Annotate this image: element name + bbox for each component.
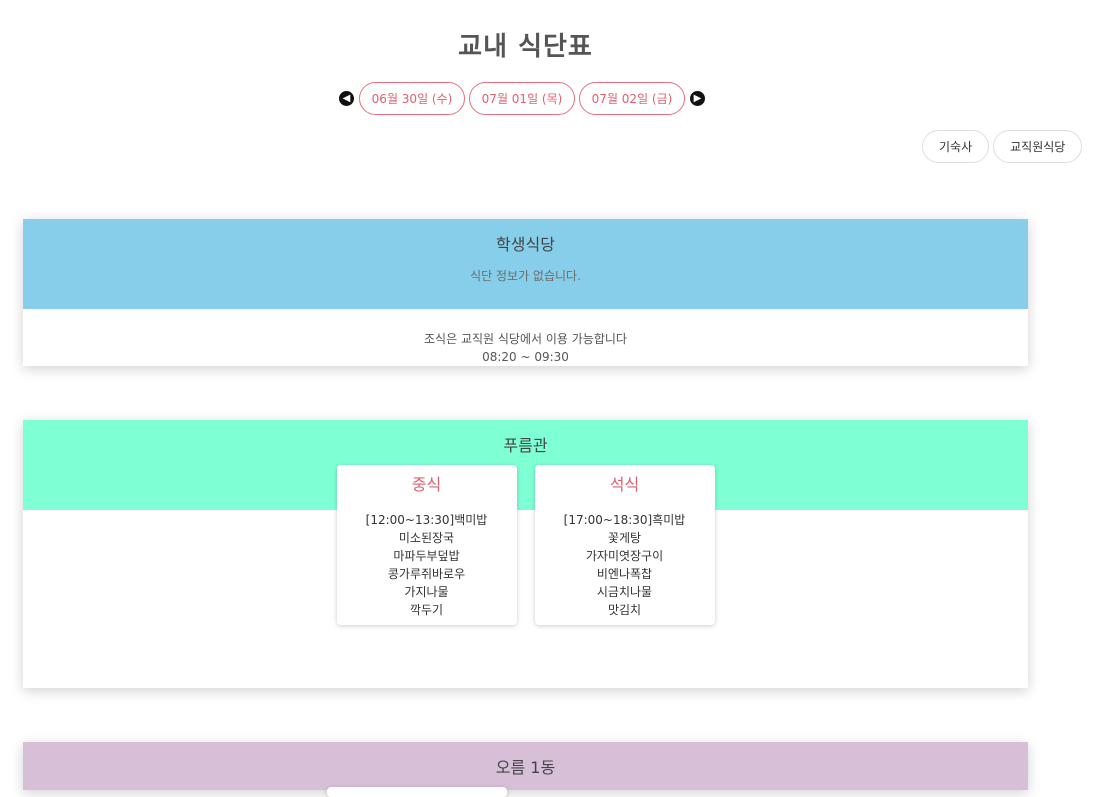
date-button-2[interactable]: 07월 02일 (금) xyxy=(579,82,685,115)
meal-card-lunch: 중식 [12:00~13:30]백미밥 미소된장국 마파두부덮밥 콩가루쥐바로우… xyxy=(336,465,517,625)
arrow-right-circle-icon[interactable]: ▶ xyxy=(690,91,705,106)
date-navigation: ◀ 06월 30일 (수) 07월 01일 (목) 07월 02일 (금) ▶ xyxy=(339,81,705,116)
cafeteria-note: 조식은 교직원 식당에서 이용 가능합니다 08:20 ~ 09:30 xyxy=(23,309,1028,366)
cafeteria-name: 학생식당 xyxy=(496,235,555,254)
menu-item: 비엔나폭찹 xyxy=(596,567,653,581)
menu-item: 콩가루쥐바로우 xyxy=(387,567,466,581)
menu-item: 깍두기 xyxy=(409,603,444,617)
meal-title: 중식 xyxy=(411,475,442,494)
menu-item: 맛김치 xyxy=(607,603,642,617)
page-title: 교내 식단표 xyxy=(458,32,593,62)
date-button-0[interactable]: 06월 30일 (수) xyxy=(359,82,465,115)
arrow-left-circle-icon[interactable]: ◀ xyxy=(339,91,354,106)
menu-item: 가지나물 xyxy=(404,585,449,599)
meal-card-partial xyxy=(327,787,507,797)
menu-item: [12:00~13:30]백미밥 xyxy=(365,513,488,527)
cafeteria-name: 푸름관 xyxy=(503,436,548,455)
cafeteria-name: 오름 1동 xyxy=(495,758,556,777)
menu-item: 시금치나물 xyxy=(596,585,653,599)
no-menu-message: 식단 정보가 없습니다. xyxy=(470,269,581,283)
cafeteria-card-pureum: 푸름관 중식 [12:00~13:30]백미밥 미소된장국 마파두부덮밥 콩가루… xyxy=(23,420,1028,688)
faculty-cafeteria-button[interactable]: 교직원식당 xyxy=(993,130,1083,163)
dormitory-button[interactable]: 기숙사 xyxy=(922,130,990,163)
note-line: 조식은 교직원 식당에서 이용 가능합니다 xyxy=(424,332,627,346)
meal-card-dinner: 석식 [17:00~18:30]흑미밥 꽃게탕 가자미엿장구이 비엔나폭찹 시금… xyxy=(534,465,715,625)
menu-item: 마파두부덮밥 xyxy=(393,549,460,563)
cafeteria-header: 학생식당 식단 정보가 없습니다. xyxy=(23,219,1028,309)
menu-item: 꽃게탕 xyxy=(607,531,642,545)
cafeteria-card-student: 학생식당 식단 정보가 없습니다. 조식은 교직원 식당에서 이용 가능합니다 … xyxy=(23,219,1028,366)
menu-item: 미소된장국 xyxy=(398,531,455,545)
meal-cards: 중식 [12:00~13:30]백미밥 미소된장국 마파두부덮밥 콩가루쥐바로우… xyxy=(23,465,1028,625)
menu-item: [17:00~18:30]흑미밥 xyxy=(563,513,686,527)
date-button-1[interactable]: 07월 01일 (목) xyxy=(469,82,575,115)
cafeteria-filter-buttons: 기숙사 교직원식당 xyxy=(922,130,1086,163)
note-hours: 08:20 ~ 09:30 xyxy=(482,350,569,364)
menu-item: 가자미엿장구이 xyxy=(585,549,664,563)
cafeteria-card-oreum1: 오름 1동 xyxy=(23,742,1028,797)
cafeteria-header: 오름 1동 xyxy=(23,742,1028,790)
meal-title: 석식 xyxy=(609,475,640,494)
